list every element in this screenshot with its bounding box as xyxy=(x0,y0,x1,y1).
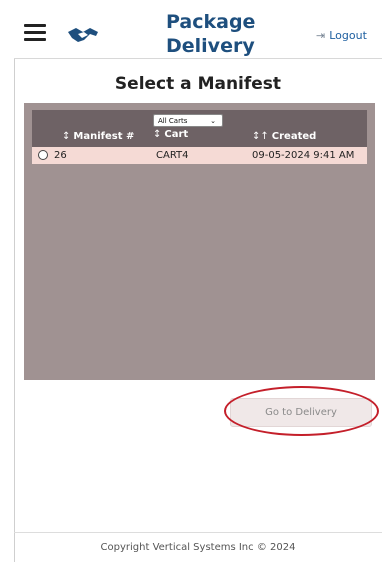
sort-icon: ↕ xyxy=(153,129,162,140)
column-label-created: Created xyxy=(271,131,317,142)
table-row[interactable]: 26 CART4 09-05-2024 9:41 AM xyxy=(32,147,367,164)
app-header: Package Delivery ⇥ Logout xyxy=(14,0,382,59)
logout-icon: ⇥ xyxy=(316,29,326,42)
footer-divider xyxy=(14,532,382,533)
logout-label: Logout xyxy=(329,29,367,42)
row-select-radio[interactable] xyxy=(38,150,48,160)
page-title: Select a Manifest xyxy=(114,74,282,94)
cart-filter-select[interactable]: All Carts ⌄ xyxy=(153,114,223,127)
cell-cart: CART4 xyxy=(156,150,189,161)
app-title-line1: Package xyxy=(166,11,256,33)
footer-copyright: Copyright Vertical Systems Inc © 2024 xyxy=(100,542,296,553)
cell-manifest: 26 xyxy=(54,150,67,161)
column-header-manifest[interactable]: ↕ Manifest # xyxy=(62,131,134,142)
app-title-line2: Delivery xyxy=(166,35,255,57)
column-label-cart: Cart xyxy=(164,129,189,140)
cell-created: 09-05-2024 9:41 AM xyxy=(252,150,355,161)
column-label-manifest: Manifest # xyxy=(73,131,135,142)
chevron-down-icon: ⌄ xyxy=(210,117,216,125)
logout-link[interactable]: ⇥ Logout xyxy=(316,29,367,42)
cart-filter-value: All Carts xyxy=(158,117,188,125)
go-to-delivery-button[interactable]: Go to Delivery xyxy=(230,398,372,427)
column-header-created[interactable]: ↕↑ Created xyxy=(252,131,316,142)
app-title: Package Delivery xyxy=(166,10,282,58)
hamburger-menu-icon[interactable] xyxy=(24,24,46,42)
handshake-logo-icon xyxy=(68,28,98,42)
column-header-cart[interactable]: ↕ Cart xyxy=(153,129,188,140)
sort-icon: ↕↑ xyxy=(252,131,269,142)
table-header: All Carts ⌄ ↕ Manifest # ↕ Cart ↕↑ Created xyxy=(32,110,367,147)
sort-icon: ↕ xyxy=(62,131,71,142)
